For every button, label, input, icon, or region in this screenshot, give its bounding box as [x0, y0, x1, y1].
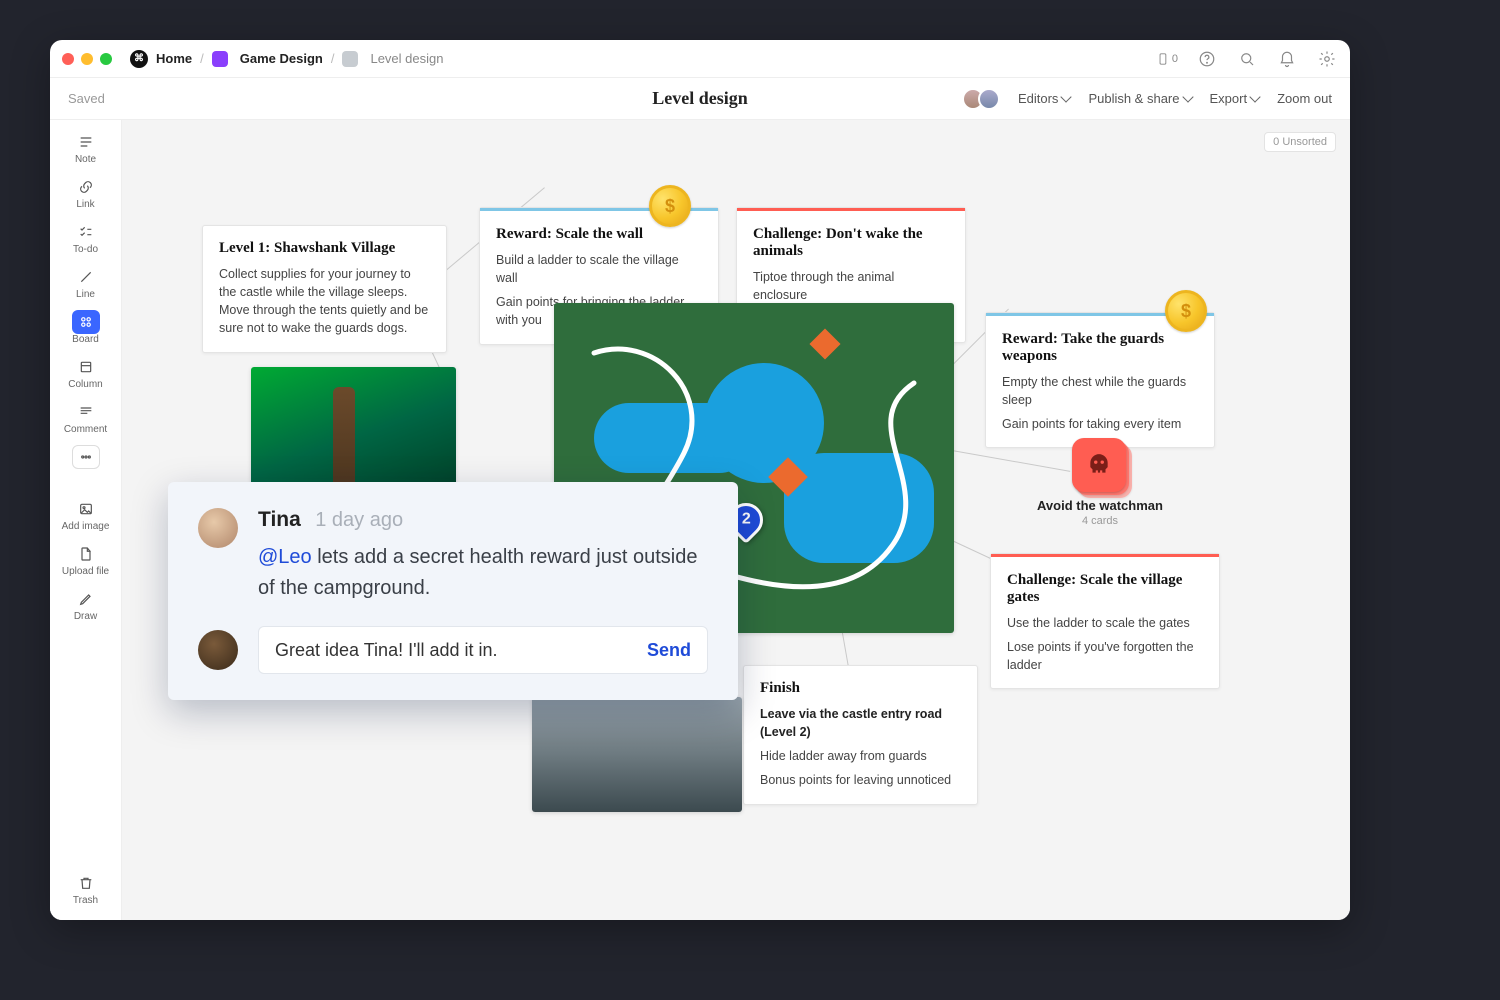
- save-status: Saved: [68, 91, 105, 106]
- tool-draw[interactable]: Draw: [58, 585, 114, 626]
- page-color-chip: [342, 51, 358, 67]
- card-title: Challenge: Don't wake the animals: [753, 226, 949, 260]
- reply-input[interactable]: Great idea Tina! I'll add it in. Send: [258, 626, 708, 674]
- card-subtitle: Leave via the castle entry road (Level 2…: [760, 705, 961, 741]
- tool-line[interactable]: Line: [58, 263, 114, 304]
- card-negative: Lose points if you've forgotten the ladd…: [1007, 638, 1203, 674]
- export-dropdown[interactable]: Export: [1210, 91, 1260, 106]
- search-button[interactable]: [1236, 48, 1258, 70]
- tool-add-image[interactable]: Add image: [58, 495, 114, 536]
- image-castle[interactable]: [532, 697, 742, 812]
- comment-author-name: Tina: [258, 508, 301, 532]
- card-body: Collect supplies for your journey to the…: [219, 265, 430, 338]
- board-canvas[interactable]: 0 Unsorted Level 1: Shawshank Village Co…: [122, 120, 1350, 920]
- project-color-chip: [212, 51, 228, 67]
- send-button[interactable]: Send: [647, 640, 691, 661]
- workspace: Note Link To-do Line Board Column Commen…: [50, 120, 1350, 920]
- breadcrumb-separator: /: [331, 51, 335, 66]
- card-body: Hide ladder away from guards: [760, 747, 961, 765]
- comment-panel[interactable]: Tina 1 day ago @Leo lets add a secret he…: [168, 482, 738, 700]
- comment-body: @Leo lets add a secret health reward jus…: [258, 542, 708, 604]
- card-level-intro[interactable]: Level 1: Shawshank Village Collect suppl…: [202, 225, 447, 353]
- app-window: ⌘ Home / Game Design / Level design 0 Sa…: [50, 40, 1350, 920]
- titlebar: ⌘ Home / Game Design / Level design 0: [50, 40, 1350, 78]
- close-window-button[interactable]: [62, 53, 74, 65]
- tool-more[interactable]: [58, 443, 114, 473]
- card-title: Challenge: Scale the village gates: [1007, 572, 1203, 606]
- comment-timestamp: 1 day ago: [315, 509, 403, 531]
- card-body: Tiptoe through the animal enclosure: [753, 268, 949, 304]
- help-button[interactable]: [1196, 48, 1218, 70]
- tool-link[interactable]: Link: [58, 173, 114, 214]
- editors-dropdown[interactable]: Editors: [1018, 91, 1070, 106]
- tool-todo[interactable]: To-do: [58, 218, 114, 259]
- card-body: Use the ladder to scale the gates: [1007, 614, 1203, 632]
- page-toolbar: Saved Level design Editors Publish & sha…: [50, 78, 1350, 120]
- publish-share-dropdown[interactable]: Publish & share: [1088, 91, 1191, 106]
- card-body: Empty the chest while the guards sleep: [1002, 373, 1198, 409]
- unsorted-button[interactable]: 0 Unsorted: [1264, 132, 1336, 152]
- stack-caption: Avoid the watchman 4 cards: [1010, 498, 1190, 527]
- collaborator-avatars[interactable]: [968, 88, 1000, 110]
- card-title: Finish: [760, 680, 961, 697]
- settings-button[interactable]: [1316, 48, 1338, 70]
- minimize-window-button[interactable]: [81, 53, 93, 65]
- coin-icon: [1165, 290, 1207, 332]
- card-title: Reward: Scale the wall: [496, 226, 702, 243]
- skull-icon: [1086, 452, 1112, 478]
- tool-board[interactable]: Board: [58, 308, 114, 349]
- card-body: Build a ladder to scale the village wall: [496, 251, 702, 287]
- window-controls: [62, 53, 112, 65]
- card-positive: Gain points for taking every item: [1002, 415, 1198, 433]
- card-positive: Bonus points for leaving unnoticed: [760, 771, 961, 789]
- tool-column[interactable]: Column: [58, 353, 114, 394]
- comment-author-avatar[interactable]: [198, 508, 238, 548]
- breadcrumb-separator: /: [200, 51, 204, 66]
- breadcrumb-page[interactable]: Level design: [370, 51, 443, 66]
- avatar[interactable]: [978, 88, 1000, 110]
- tool-trash[interactable]: Trash: [58, 869, 114, 910]
- app-logo-icon[interactable]: ⌘: [130, 50, 148, 68]
- card-title: Reward: Take the guards weapons: [1002, 331, 1198, 365]
- comment-mention[interactable]: @Leo: [258, 546, 312, 568]
- device-count: 0: [1172, 53, 1178, 65]
- card-finish[interactable]: Finish Leave via the castle entry road (…: [743, 665, 978, 805]
- card-challenge-gates[interactable]: Challenge: Scale the village gates Use t…: [990, 553, 1220, 689]
- breadcrumb-project[interactable]: Game Design: [240, 51, 323, 66]
- connector-line: [952, 450, 1070, 472]
- tool-upload-file[interactable]: Upload file: [58, 540, 114, 581]
- zoom-out-button[interactable]: Zoom out: [1277, 91, 1332, 106]
- tool-comment[interactable]: Comment: [58, 398, 114, 439]
- devices-button[interactable]: 0: [1156, 48, 1178, 70]
- notifications-button[interactable]: [1276, 48, 1298, 70]
- reply-author-avatar[interactable]: [198, 630, 238, 670]
- tool-note[interactable]: Note: [58, 128, 114, 169]
- tool-sidebar: Note Link To-do Line Board Column Commen…: [50, 120, 122, 920]
- maximize-window-button[interactable]: [100, 53, 112, 65]
- card-reward-weapons[interactable]: Reward: Take the guards weapons Empty th…: [985, 312, 1215, 448]
- coin-icon: [649, 185, 691, 227]
- breadcrumb-home[interactable]: Home: [156, 51, 192, 66]
- reply-input-value: Great idea Tina! I'll add it in.: [275, 640, 498, 661]
- card-stack-watchman[interactable]: [1072, 438, 1126, 492]
- card-title: Level 1: Shawshank Village: [219, 240, 430, 257]
